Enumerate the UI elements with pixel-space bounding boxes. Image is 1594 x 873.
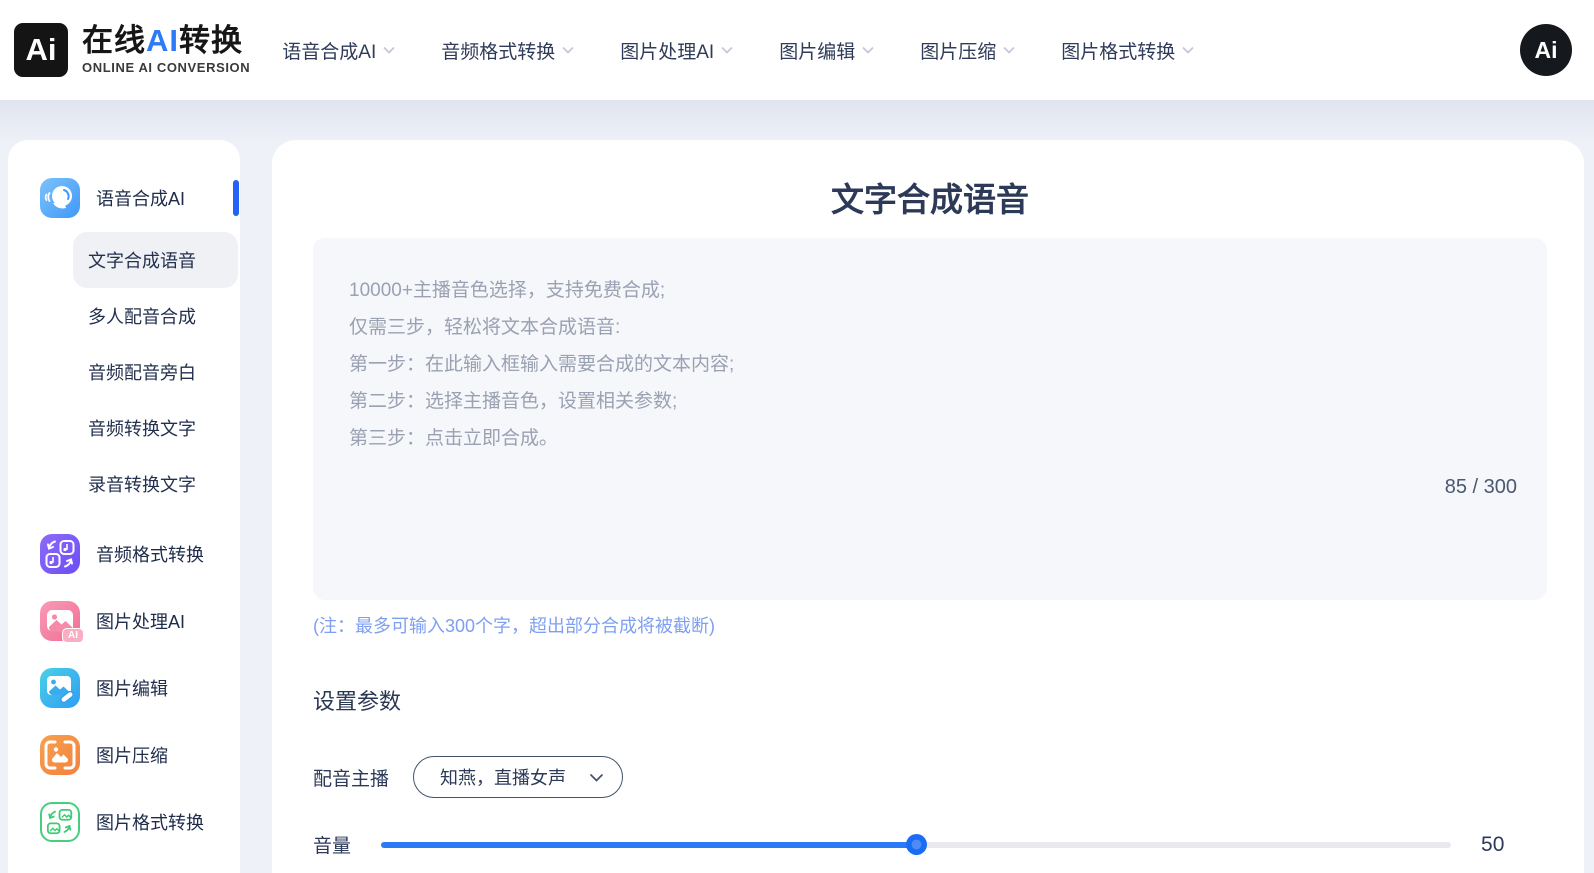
user-avatar[interactable]: Ai	[1520, 24, 1572, 76]
sidebar-item-image-edit[interactable]: 图片编辑	[8, 660, 240, 716]
audio-format-icon	[40, 534, 80, 574]
section-title-params: 设置参数	[313, 684, 1547, 716]
placeholder-line: 第二步：选择主播音色，设置相关参数;	[349, 383, 1517, 420]
sidebar-subitem-multi-voice[interactable]: 多人配音合成	[8, 288, 240, 344]
chevron-down-icon	[862, 46, 874, 54]
input-limit-note: (注：最多可输入300个字，超出部分合成将被截断)	[313, 612, 1547, 638]
placeholder-line: 第三步：点击立即合成。	[349, 420, 1517, 457]
sidebar-sublist: 文字合成语音 多人配音合成 音频配音旁白 音频转换文字 录音转换文字	[8, 232, 240, 512]
voice-select-dropdown[interactable]: 知燕，直播女声	[413, 756, 623, 798]
sidebar-subitem-recording-to-text[interactable]: 录音转换文字	[8, 456, 240, 512]
voice-label: 配音主播	[313, 764, 389, 791]
nav-label: 图片处理AI	[620, 37, 714, 64]
volume-slider-thumb[interactable]	[906, 834, 927, 855]
logo-title: 在线AI转换	[82, 25, 250, 58]
chevron-down-icon	[562, 46, 574, 54]
text-input-area[interactable]: 10000+主播音色选择，支持免费合成; 仅需三步，轻松将文本合成语音: 第一步…	[313, 238, 1547, 600]
main-content: 文字合成语音 10000+主播音色选择，支持免费合成; 仅需三步，轻松将文本合成…	[272, 140, 1584, 873]
volume-row: 音量 50	[313, 831, 1547, 858]
image-compress-icon	[40, 735, 80, 775]
sidebar-item-image-compress[interactable]: 图片压缩	[8, 727, 240, 783]
sidebar-item-label: 图片编辑	[96, 675, 168, 701]
volume-slider[interactable]	[381, 842, 1451, 848]
chevron-down-icon	[1182, 46, 1194, 54]
chevron-down-icon	[1003, 46, 1015, 54]
voice-selected-value: 知燕，直播女声	[440, 764, 589, 790]
nav-label: 图片编辑	[779, 37, 855, 64]
ai-badge: AI	[62, 628, 84, 643]
nav-item-speech-ai[interactable]: 语音合成AI	[282, 37, 395, 64]
nav-item-image-format[interactable]: 图片格式转换	[1061, 37, 1194, 64]
sidebar: 语音合成AI 文字合成语音 多人配音合成 音频配音旁白 音频转换文字 录音转换文…	[8, 140, 240, 873]
nav-item-image-ai[interactable]: 图片处理AI	[620, 37, 733, 64]
logo-subtitle: ONLINE AI CONVERSION	[82, 60, 250, 75]
volume-value: 50	[1481, 833, 1504, 857]
page: Ai 在线AI转换 ONLINE AI CONVERSION 语音合成AI 音频…	[0, 0, 1594, 873]
active-indicator	[233, 180, 239, 216]
nav-item-image-compress[interactable]: 图片压缩	[920, 37, 1015, 64]
sidebar-subitem-audio-to-text[interactable]: 音频转换文字	[8, 400, 240, 456]
sidebar-item-image-ai[interactable]: AI 图片处理AI	[8, 593, 240, 649]
logo-title-part-ai: AI	[146, 23, 179, 58]
logo[interactable]: Ai 在线AI转换 ONLINE AI CONVERSION	[14, 23, 250, 77]
image-edit-icon	[40, 668, 80, 708]
volume-slider-fill	[381, 842, 916, 848]
speech-ai-icon	[40, 178, 80, 218]
sidebar-item-image-format[interactable]: 图片格式转换	[8, 794, 240, 850]
volume-label: 音量	[313, 831, 351, 858]
nav-item-audio-format[interactable]: 音频格式转换	[441, 37, 574, 64]
sidebar-item-label: 语音合成AI	[96, 185, 185, 211]
logo-text: 在线AI转换 ONLINE AI CONVERSION	[82, 25, 250, 75]
nav-label: 图片格式转换	[1061, 37, 1175, 64]
logo-title-part: 在线	[82, 23, 146, 58]
nav-label: 语音合成AI	[282, 37, 376, 64]
voice-row: 配音主播 知燕，直播女声	[313, 756, 1547, 798]
logo-ai-icon: Ai	[14, 23, 68, 77]
page-title: 文字合成语音	[313, 173, 1547, 221]
chevron-down-icon	[589, 773, 604, 782]
image-format-icon	[40, 802, 80, 842]
sidebar-subitem-audio-narration[interactable]: 音频配音旁白	[8, 344, 240, 400]
nav-label: 音频格式转换	[441, 37, 555, 64]
header-shadow	[0, 100, 1594, 144]
chevron-down-icon	[721, 46, 733, 54]
nav-item-image-edit[interactable]: 图片编辑	[779, 37, 874, 64]
sidebar-item-audio-format[interactable]: 音频格式转换	[8, 526, 240, 582]
sidebar-item-label: 图片格式转换	[96, 809, 204, 835]
placeholder-line: 第一步：在此输入框输入需要合成的文本内容;	[349, 346, 1517, 383]
nav-label: 图片压缩	[920, 37, 996, 64]
image-ai-icon: AI	[40, 601, 80, 641]
sidebar-subitem-text-to-speech[interactable]: 文字合成语音	[73, 232, 238, 288]
char-counter: 85 / 300	[1445, 476, 1517, 499]
sidebar-item-speech-ai[interactable]: 语音合成AI	[8, 170, 240, 226]
placeholder-line: 仅需三步，轻松将文本合成语音:	[349, 309, 1517, 346]
sidebar-item-label: 图片处理AI	[96, 608, 185, 634]
main-nav: 语音合成AI 音频格式转换 图片处理AI 图片编辑 图片压缩 图片格式转换	[282, 37, 1194, 64]
header: Ai 在线AI转换 ONLINE AI CONVERSION 语音合成AI 音频…	[0, 0, 1594, 100]
sidebar-item-label: 图片压缩	[96, 742, 168, 768]
placeholder-line: 10000+主播音色选择，支持免费合成;	[349, 272, 1517, 309]
sidebar-item-label: 音频格式转换	[96, 541, 204, 567]
logo-title-part: 转换	[179, 23, 243, 58]
chevron-down-icon	[383, 46, 395, 54]
